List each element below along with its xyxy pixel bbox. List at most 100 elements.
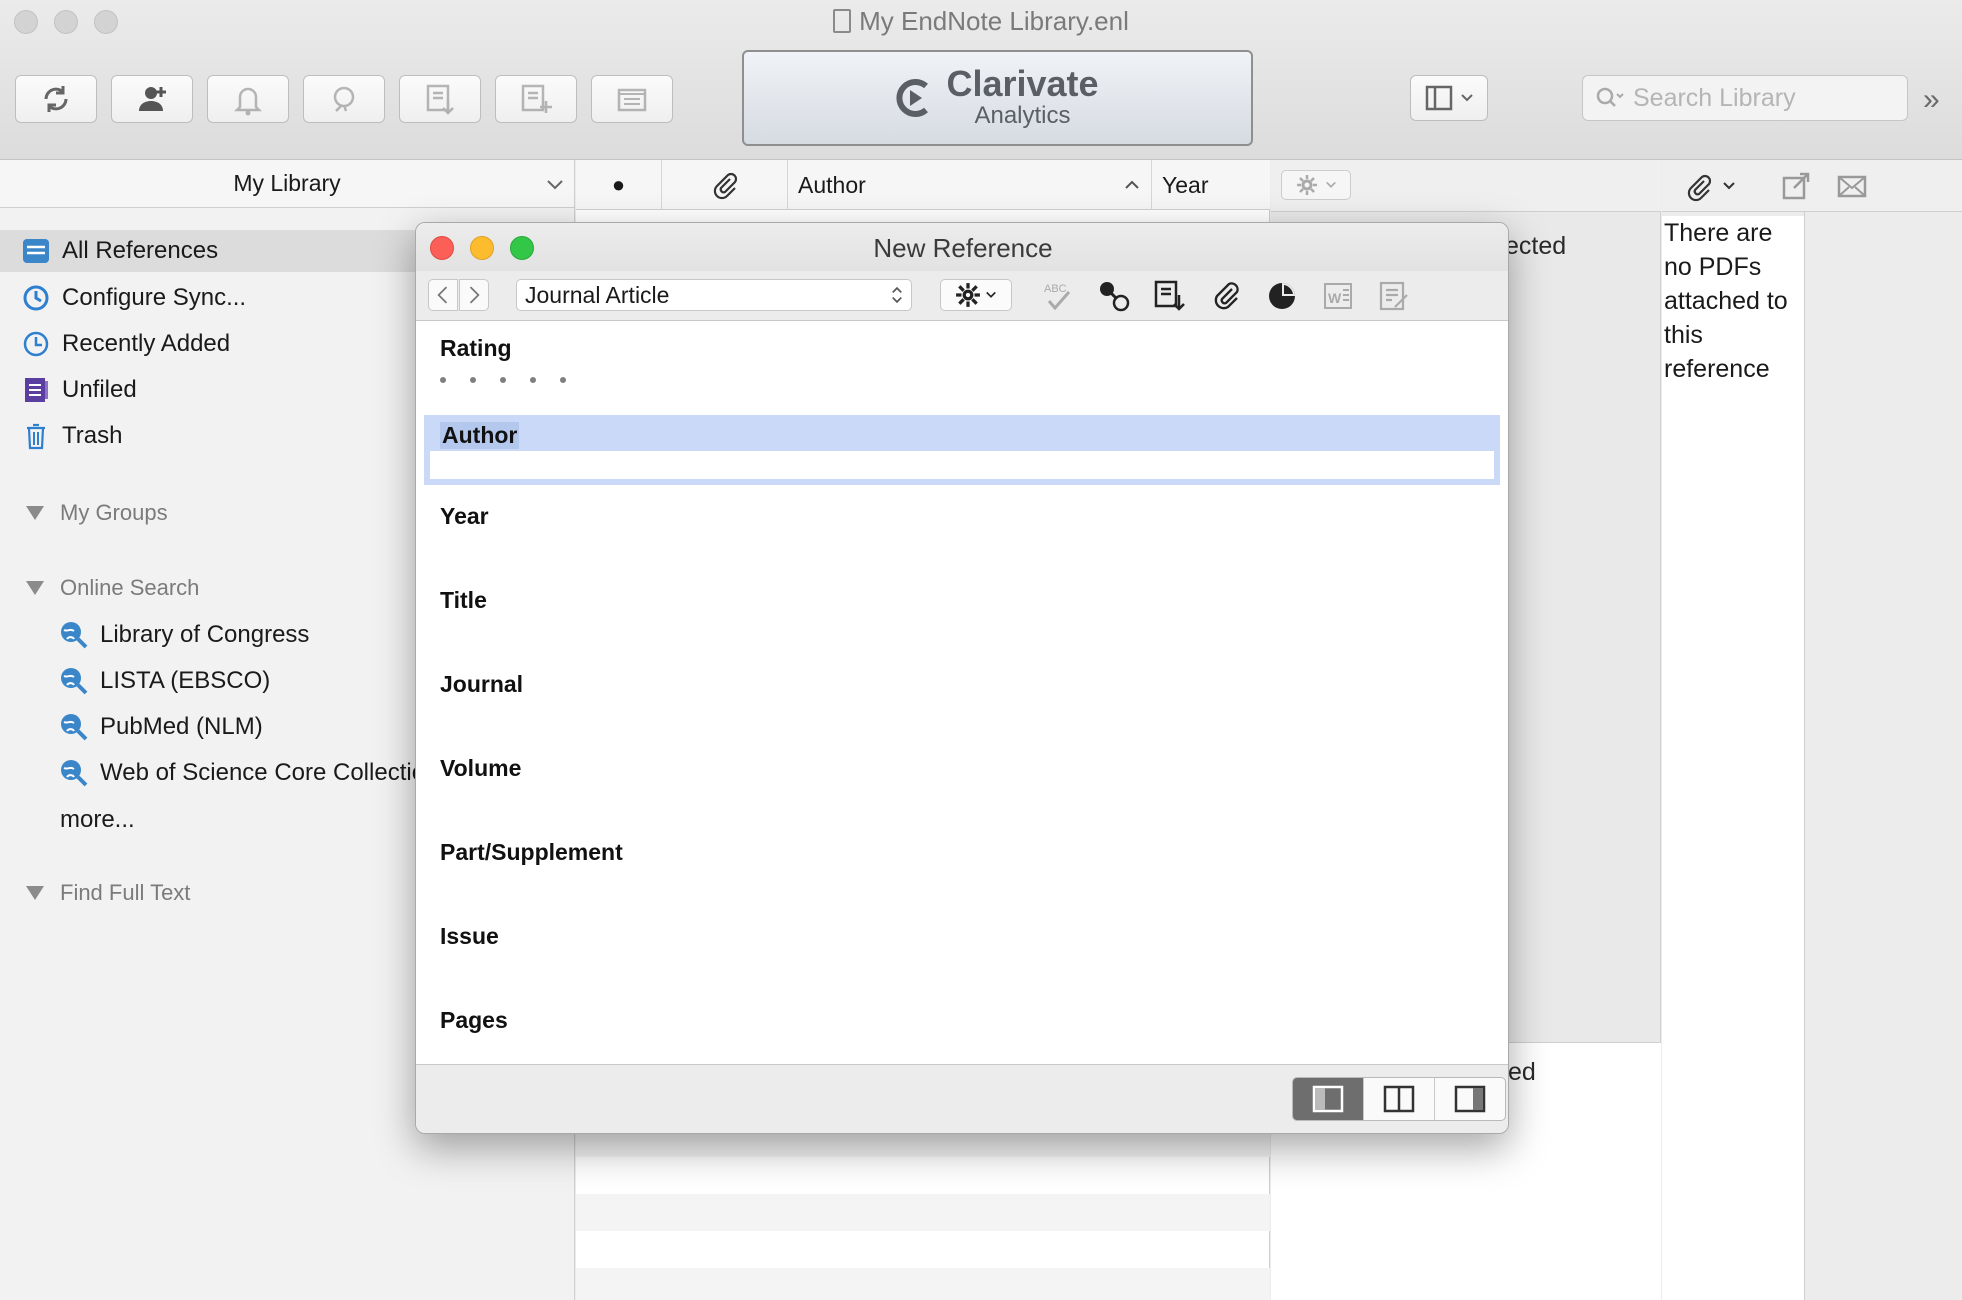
rating-star-icon[interactable] [560, 377, 566, 383]
email-icon[interactable] [1836, 170, 1868, 202]
layout-left-button[interactable] [1293, 1078, 1364, 1120]
message-line: There are [1664, 219, 1773, 247]
reference-fields: Rating Author Year Title Journal Volume … [416, 321, 1508, 1065]
pane-divider[interactable] [1804, 212, 1805, 1300]
section-my-groups[interactable]: My Groups [26, 500, 168, 526]
brand-name: Clarivate [946, 63, 1099, 104]
column-label: Year [1162, 171, 1209, 198]
dialog-gear-menu-button[interactable] [940, 279, 1012, 311]
sync-icon [44, 86, 68, 112]
dialog-title-bar[interactable]: New Reference [416, 223, 1508, 271]
rating-star-icon[interactable] [440, 377, 446, 383]
section-find-full-text[interactable]: Find Full Text [26, 880, 190, 906]
dialog-title: New Reference [873, 233, 1053, 263]
sidebar-item-label: Unfiled [62, 376, 137, 403]
library-selector[interactable]: My Library [0, 160, 574, 208]
field-label-rating: Rating [440, 335, 512, 361]
unfiled-icon [20, 374, 52, 406]
chevron-right-icon [469, 286, 480, 304]
section-online-search[interactable]: Online Search [26, 575, 199, 601]
find-pdf-button[interactable] [303, 75, 385, 123]
word-export-button[interactable]: W [1318, 279, 1358, 313]
open-external-icon[interactable] [1780, 170, 1812, 202]
chevron-down-icon [1326, 181, 1336, 188]
field-label-journal[interactable]: Journal [440, 671, 523, 698]
rating-star-icon[interactable] [470, 377, 476, 383]
clarivate-banner[interactable]: Clarivate Analytics [742, 50, 1253, 146]
field-label-issue[interactable]: Issue [440, 923, 499, 950]
year-column-header[interactable]: Year [1152, 160, 1270, 210]
pie-chart-icon [1269, 283, 1295, 309]
layout-mode-segmented-control[interactable] [1292, 1077, 1506, 1121]
field-label-part-supplement[interactable]: Part/Supplement [440, 839, 623, 866]
field-label-author: Author [440, 422, 520, 449]
online-item-library-of-congress[interactable]: Library of Congress [0, 614, 309, 656]
read-status-column-header[interactable]: ● [576, 160, 662, 210]
globe-search-icon [58, 757, 90, 789]
stepper-icon [892, 286, 902, 304]
online-item-pubmed[interactable]: PubMed (NLM) [0, 706, 263, 748]
search-field[interactable] [1582, 75, 1908, 121]
author-column-header[interactable]: Author [788, 160, 1152, 210]
layout-toggle-button[interactable] [1410, 75, 1488, 121]
sidebar-item-trash[interactable]: Trash [0, 415, 122, 457]
field-label-year[interactable]: Year [440, 503, 489, 530]
next-reference-button[interactable] [459, 279, 489, 311]
disclosure-triangle-icon[interactable] [26, 581, 44, 595]
chevron-down-icon[interactable] [1722, 179, 1736, 193]
message-line: no PDFs [1664, 253, 1762, 281]
field-label-pages[interactable]: Pages [440, 1007, 508, 1034]
new-reference-button[interactable] [495, 75, 577, 123]
sidebar-item-label: Configure Sync... [62, 284, 247, 311]
rating-star-icon[interactable] [500, 377, 506, 383]
paperclip-icon[interactable] [1684, 172, 1714, 202]
import-icon [1154, 280, 1185, 311]
layout-split-icon [1383, 1085, 1415, 1113]
rating-stars[interactable] [440, 377, 566, 383]
svg-text:ABC: ABC [1044, 283, 1067, 295]
chevron-down-icon [547, 180, 563, 190]
field-label-volume[interactable]: Volume [440, 755, 521, 782]
spellcheck-button[interactable]: ABC [1038, 279, 1078, 313]
disclosure-triangle-icon[interactable] [26, 886, 44, 900]
sidebar-item-unfiled[interactable]: Unfiled [0, 369, 137, 411]
sync-button[interactable] [15, 75, 97, 123]
attach-file-button[interactable] [1206, 279, 1246, 313]
link-button[interactable] [1094, 279, 1134, 313]
dialog-footer [416, 1065, 1508, 1133]
attachment-column-header[interactable] [662, 160, 788, 210]
field-label-title[interactable]: Title [440, 587, 487, 614]
toolbar-overflow-button[interactable]: » [1923, 83, 1940, 117]
edit-notes-button[interactable] [1374, 279, 1414, 313]
sort-ascending-icon [1125, 180, 1139, 189]
preview-gear-button[interactable] [1281, 170, 1351, 200]
more-online-searches-link[interactable]: more... [0, 799, 135, 841]
author-field[interactable] [430, 451, 1494, 479]
open-folder-button[interactable] [591, 75, 673, 123]
notifications-button[interactable] [207, 75, 289, 123]
clock-icon [20, 328, 52, 360]
disclosure-triangle-icon[interactable] [26, 506, 44, 520]
online-item-lista[interactable]: LISTA (EBSCO) [0, 660, 270, 702]
pdf-pane: There are no PDFs attached to this refer… [1662, 160, 1962, 1300]
gear-icon [1297, 175, 1317, 195]
document-icon [833, 9, 852, 33]
sidebar-item-configure-sync[interactable]: Configure Sync... [0, 277, 246, 319]
add-user-button[interactable] [111, 75, 193, 123]
previous-reference-button[interactable] [428, 279, 458, 311]
reference-type-select[interactable]: Journal Article [516, 279, 912, 311]
import-text-button[interactable] [1150, 279, 1190, 313]
rating-star-icon[interactable] [530, 377, 536, 383]
layout-split-button[interactable] [1364, 1078, 1435, 1120]
online-item-label: PubMed (NLM) [100, 713, 263, 740]
layout-right-button[interactable] [1435, 1078, 1505, 1120]
layout-left-icon [1312, 1085, 1344, 1113]
online-item-web-of-science[interactable]: Web of Science Core Collectic [0, 752, 424, 794]
sidebar-item-recently-added[interactable]: Recently Added [0, 323, 230, 365]
paperclip-icon [713, 172, 737, 200]
chevron-left-icon [437, 286, 448, 304]
pie-chart-button[interactable] [1262, 279, 1302, 313]
import-button[interactable] [399, 75, 481, 123]
search-input[interactable] [1633, 83, 1883, 113]
brand-subtitle: Analytics [974, 102, 1071, 129]
